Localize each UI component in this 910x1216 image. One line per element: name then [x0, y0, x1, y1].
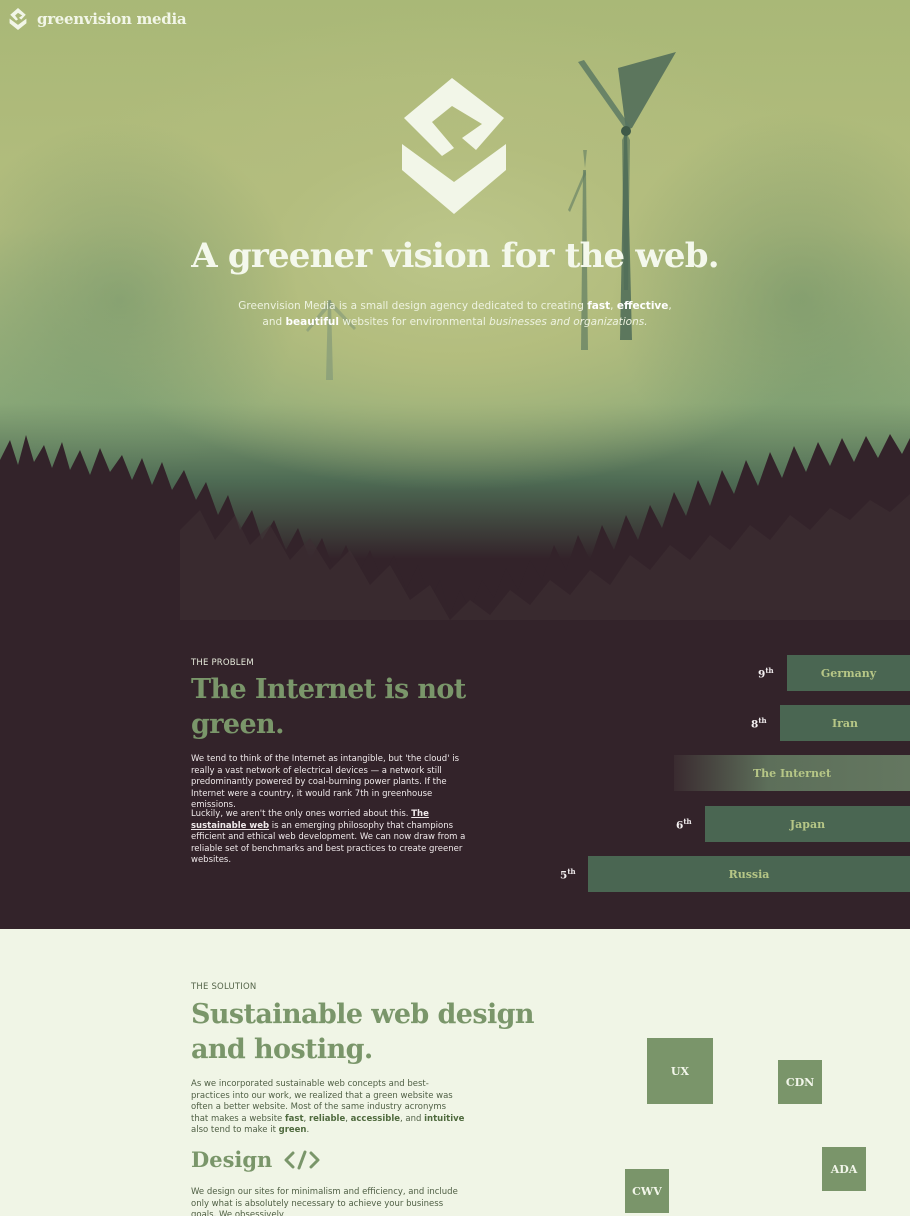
solution-paragraph: As we incorporated sustainable web conce…	[191, 1079, 465, 1135]
code-icon	[284, 1150, 320, 1169]
ranking-bar: Germany	[787, 655, 910, 691]
problem-paragraph: We tend to think of the Internet as inta…	[191, 754, 460, 810]
problem-heading: The Internet is not green.	[191, 674, 466, 740]
acronym-tile-ux: UX	[647, 1038, 713, 1104]
brand-logo-link[interactable]: greenvision media	[8, 8, 187, 30]
section-eyebrow: THE SOLUTION	[191, 982, 257, 992]
hero-subtitle: Greenvision Media is a small design agen…	[238, 300, 672, 328]
problem-section: THE PROBLEM The Internet is not green. W…	[0, 620, 910, 929]
rank-number: 6th	[676, 817, 692, 832]
ranking-bar: Russia	[588, 856, 910, 892]
ranking-bar-highlight: The Internet	[674, 755, 910, 791]
brand-name: greenvision media	[37, 10, 187, 28]
hero-section: greenvision media A greener vision for t…	[0, 0, 910, 650]
solution-heading: Sustainable web design and hosting.	[191, 999, 535, 1065]
greenvision-logo-icon	[9, 8, 27, 30]
greenvision-logo-icon	[402, 78, 506, 214]
design-heading: Design	[191, 1147, 320, 1172]
problem-paragraph: Luckily, we aren't the only ones worried…	[191, 809, 466, 865]
acronym-tile-ada: ADA	[822, 1147, 866, 1191]
acronym-tile-cwv: CWV	[625, 1169, 669, 1213]
hero-title: A greener vision for the web.	[191, 236, 719, 276]
forest-silhouette-image	[0, 434, 910, 650]
rank-number: 8th	[751, 716, 767, 731]
solution-section: THE SOLUTION Sustainable web design and …	[0, 929, 910, 1216]
rank-number: 5th	[560, 867, 576, 882]
rank-number: 9th	[758, 666, 774, 681]
section-eyebrow: THE PROBLEM	[191, 658, 254, 668]
acronym-tile-cdn: CDN	[778, 1060, 822, 1104]
ranking-bar: Japan	[705, 806, 910, 842]
design-paragraph: We design our sites for minimalism and e…	[191, 1187, 458, 1216]
ranking-bar: Iran	[780, 705, 910, 741]
